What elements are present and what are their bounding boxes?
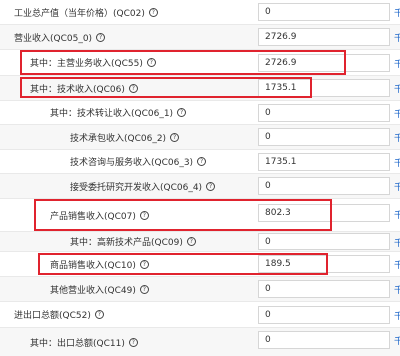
unit-label: 千 <box>394 110 400 120</box>
row-label: 其中：高新技术产品(QC09) ? <box>70 232 196 251</box>
field-label-qc55: 其中：主营业务收入(QC55) <box>30 59 143 69</box>
field-label-qc06: 其中：技术收入(QC06) <box>30 84 125 95</box>
unit-label: 千 <box>394 286 400 296</box>
form-row-qc09: 其中：高新技术产品(QC09) ? 千 <box>0 232 400 252</box>
unit-label: 千 <box>394 337 400 347</box>
form-row-qc10: 商品销售收入(QC10) ? 千 <box>0 252 400 277</box>
form-row-qc52: 进出口总额(QC52) ? 千 <box>0 302 400 328</box>
form-row-qc06-3: 技术咨询与服务收入(QC06_3) ? 千 <box>0 150 400 174</box>
value-input-qc06-3[interactable] <box>258 153 390 171</box>
form-row-qc55: 其中：主营业务收入(QC55) ? 千 <box>0 50 400 76</box>
form-row-qc07: 产品销售收入(QC07) ? 千 <box>0 199 400 232</box>
form-row-qc02: 工业总产值（当年价格）(QC02) ? 千 <box>0 0 400 25</box>
value-input-qc05-0[interactable] <box>258 28 390 46</box>
help-icon[interactable]: ? <box>146 58 156 67</box>
row-label: 营业收入(QC05_0) ? <box>14 25 106 49</box>
form-row-qc06-1: 其中：技术转让收入(QC06_1) ? 千 <box>0 101 400 125</box>
form-row-qc06-4: 接受委托研究开发收入(QC06_4) ? 千 <box>0 174 400 199</box>
field-label-qc06-2: 技术承包收入(QC06_2) <box>70 133 167 144</box>
value-input-qc06-4[interactable] <box>258 177 390 195</box>
help-icon[interactable]: ? <box>148 7 158 17</box>
row-label: 其中：技术收入(QC06) ? <box>30 76 138 100</box>
form-row-qc11: 其中：出口总额(QC11) ? 千 <box>0 328 400 356</box>
value-input-qc10[interactable] <box>258 255 390 273</box>
help-icon[interactable]: ? <box>197 157 207 166</box>
row-label: 工业总产值（当年价格）(QC02) ? <box>14 0 158 24</box>
value-input-qc07[interactable] <box>258 204 390 222</box>
form-row-qc49: 其他营业收入(QC49) ? 千 <box>0 277 400 302</box>
value-input-qc06-2[interactable] <box>258 128 390 146</box>
help-icon[interactable]: ? <box>94 310 104 319</box>
value-input-qc52[interactable] <box>258 306 390 324</box>
row-label: 商品销售收入(QC10) ? <box>50 252 149 276</box>
field-label-qc09: 其中：高新技术产品(QC09) <box>70 238 183 248</box>
form-row-qc05-0: 营业收入(QC05_0) ? 千 <box>0 25 400 50</box>
field-label-qc52: 进出口总额(QC52) <box>14 311 91 321</box>
row-label: 其中：出口总额(QC11) ? <box>30 328 138 356</box>
unit-label: 千 <box>394 159 400 169</box>
help-icon[interactable]: ? <box>206 181 216 191</box>
value-input-qc09[interactable] <box>258 233 390 250</box>
field-label-qc06-1: 其中：技术转让收入(QC06_1) <box>50 109 174 119</box>
field-label-qc49: 其他营业收入(QC49) <box>50 285 136 296</box>
unit-label: 千 <box>394 34 400 44</box>
value-input-qc06-1[interactable] <box>258 104 390 122</box>
field-label-qc05-0: 营业收入(QC05_0) <box>14 33 93 44</box>
field-label-qc06-4: 接受委托研究开发收入(QC06_4) <box>70 182 203 193</box>
help-icon[interactable]: ? <box>128 337 138 347</box>
row-label: 进出口总额(QC52) ? <box>14 302 104 327</box>
row-label: 其中：主营业务收入(QC55) ? <box>30 50 156 75</box>
row-label: 产品销售收入(QC07) ? <box>50 199 149 231</box>
row-label: 其他营业收入(QC49) ? <box>50 277 149 301</box>
row-label: 技术承包收入(QC06_2) ? <box>70 125 180 149</box>
field-label-qc11: 其中：出口总额(QC11) <box>30 338 125 349</box>
help-icon[interactable]: ? <box>186 237 196 246</box>
help-icon[interactable]: ? <box>139 259 149 269</box>
help-icon[interactable]: ? <box>139 284 149 294</box>
field-label-qc07: 产品销售收入(QC07) <box>50 211 136 222</box>
form-row-qc06: 其中：技术收入(QC06) ? 千 <box>0 76 400 101</box>
row-label: 其中：技术转让收入(QC06_1) ? <box>50 101 187 124</box>
help-icon[interactable]: ? <box>177 108 187 117</box>
help-icon[interactable]: ? <box>128 83 138 93</box>
field-label-qc06-3: 技术咨询与服务收入(QC06_3) <box>70 158 194 168</box>
field-label-qc02: 工业总产值（当年价格）(QC02) <box>14 8 145 19</box>
unit-label: 千 <box>394 85 400 95</box>
unit-label: 千 <box>394 60 400 70</box>
form-row-qc06-2: 技术承包收入(QC06_2) ? 千 <box>0 125 400 150</box>
unit-label: 千 <box>394 312 400 322</box>
value-input-qc06[interactable] <box>258 79 390 97</box>
row-label: 技术咨询与服务收入(QC06_3) ? <box>70 150 207 173</box>
help-icon[interactable]: ? <box>139 210 149 220</box>
value-input-qc11[interactable] <box>258 331 390 349</box>
unit-label: 千 <box>394 239 400 249</box>
field-label-qc10: 商品销售收入(QC10) <box>50 260 136 271</box>
help-icon[interactable]: ? <box>170 132 180 142</box>
unit-label: 千 <box>394 261 400 271</box>
value-input-qc02[interactable] <box>258 3 390 21</box>
value-input-qc55[interactable] <box>258 54 390 72</box>
value-input-qc49[interactable] <box>258 280 390 298</box>
help-icon[interactable]: ? <box>96 32 106 42</box>
unit-label: 千 <box>394 183 400 193</box>
unit-label: 千 <box>394 134 400 144</box>
row-label: 接受委托研究开发收入(QC06_4) ? <box>70 174 216 198</box>
unit-label: 千 <box>394 9 400 19</box>
unit-label: 千 <box>394 211 400 221</box>
